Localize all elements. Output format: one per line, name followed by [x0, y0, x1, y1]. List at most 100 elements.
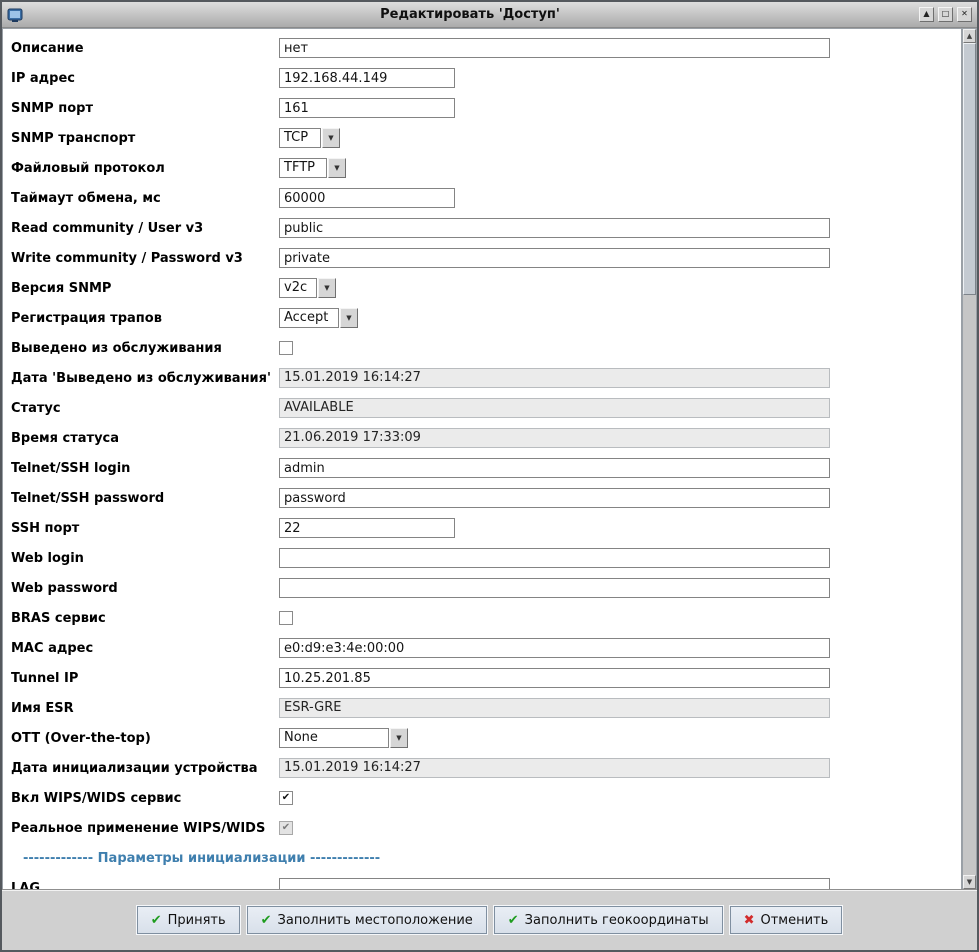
field-label: OTT (Over-the-top) [11, 731, 279, 746]
field-label: MAC адрес [11, 641, 279, 656]
form-row: Время статуса 21.06.2019 17:33:09 [3, 423, 961, 453]
button-bar: ✔ Принять ✔ Заполнить местоположение ✔ З… [2, 889, 977, 950]
esr-name-field: ESR-GRE [279, 698, 830, 718]
form-row: SNMP транспорт TCP ▼ [3, 123, 961, 153]
field-label: Статус [11, 401, 279, 416]
check-icon: ✔ [151, 914, 162, 927]
cancel-x-icon: ✖ [744, 914, 755, 927]
exchange-timeout-input[interactable] [279, 188, 455, 208]
field-label: Web login [11, 551, 279, 566]
status-field: AVAILABLE [279, 398, 830, 418]
field-label: Файловый протокол [11, 161, 279, 176]
wips-wids-enable-checkbox[interactable]: ✔ [279, 791, 293, 805]
tunnel-ip-input[interactable] [279, 668, 830, 688]
field-label: BRAS сервис [11, 611, 279, 626]
selected-value: Accept [279, 308, 339, 328]
check-icon: ✔ [508, 914, 519, 927]
form-row: Реальное применение WIPS/WIDS ✔ [3, 813, 961, 843]
file-protocol-select[interactable]: TFTP ▼ [279, 158, 346, 178]
dropdown-arrow-icon[interactable]: ▼ [328, 158, 346, 178]
button-label: Заполнить местоположение [278, 913, 473, 928]
field-label: Write community / Password v3 [11, 251, 279, 266]
telnet-ssh-login-input[interactable] [279, 458, 830, 478]
form-row: Telnet/SSH login [3, 453, 961, 483]
cancel-button[interactable]: ✖ Отменить [730, 906, 843, 934]
field-label: Дата инициализации устройства [11, 761, 279, 776]
form-row: BRAS сервис [3, 603, 961, 633]
button-label: Отменить [761, 913, 829, 928]
field-label: SSH порт [11, 521, 279, 536]
scroll-down-icon[interactable]: ▼ [963, 875, 976, 889]
edit-access-dialog: Редактировать 'Доступ' ▲ □ ✕ Описание IP… [0, 0, 979, 952]
scroll-up-icon[interactable]: ▲ [963, 29, 976, 43]
accept-button[interactable]: ✔ Принять [137, 906, 240, 934]
dropdown-arrow-icon[interactable]: ▼ [390, 728, 408, 748]
form-row: SSH порт [3, 513, 961, 543]
scrollbar-thumb[interactable] [963, 43, 976, 295]
dropdown-arrow-icon[interactable]: ▼ [318, 278, 336, 298]
form-row: Read community / User v3 [3, 213, 961, 243]
field-label: Tunnel IP [11, 671, 279, 686]
form-row: IP адрес [3, 63, 961, 93]
fill-geocoordinates-button[interactable]: ✔ Заполнить геокоординаты [494, 906, 723, 934]
telnet-ssh-password-input[interactable] [279, 488, 830, 508]
form-row: Дата 'Выведено из обслуживания' 15.01.20… [3, 363, 961, 393]
selected-value: TCP [279, 128, 321, 148]
window-icon [7, 7, 25, 23]
out-of-service-date-field: 15.01.2019 16:14:27 [279, 368, 830, 388]
init-date-field: 15.01.2019 16:14:27 [279, 758, 830, 778]
field-label: Описание [11, 41, 279, 56]
form-row: Web login [3, 543, 961, 573]
selected-value: None [279, 728, 389, 748]
form-row: Версия SNMP v2c ▼ [3, 273, 961, 303]
form-row: SNMP порт [3, 93, 961, 123]
mac-address-input[interactable] [279, 638, 830, 658]
web-password-input[interactable] [279, 578, 830, 598]
description-input[interactable] [279, 38, 830, 58]
ott-select[interactable]: None ▼ [279, 728, 408, 748]
trap-registration-select[interactable]: Accept ▼ [279, 308, 358, 328]
field-label: Telnet/SSH login [11, 461, 279, 476]
field-label: Выведено из обслуживания [11, 341, 279, 356]
selected-value: TFTP [279, 158, 327, 178]
wips-wids-real-checkbox: ✔ [279, 821, 293, 835]
button-label: Принять [168, 913, 226, 928]
vertical-scrollbar[interactable]: ▲ ▼ [962, 28, 977, 890]
window-title: Редактировать 'Доступ' [25, 7, 915, 22]
read-community-input[interactable] [279, 218, 830, 238]
field-label: SNMP порт [11, 101, 279, 116]
button-label: Заполнить геокоординаты [525, 913, 709, 928]
field-label: Read community / User v3 [11, 221, 279, 236]
form-row: Tunnel IP [3, 663, 961, 693]
check-icon: ✔ [261, 914, 272, 927]
form-row: MAC адрес [3, 633, 961, 663]
close-button[interactable]: ✕ [957, 7, 972, 22]
form-row: Регистрация трапов Accept ▼ [3, 303, 961, 333]
field-label: Имя ESR [11, 701, 279, 716]
web-login-input[interactable] [279, 548, 830, 568]
selected-value: v2c [279, 278, 317, 298]
form-row: Write community / Password v3 [3, 243, 961, 273]
maximize-button[interactable]: □ [938, 7, 953, 22]
field-label: Регистрация трапов [11, 311, 279, 326]
snmp-port-input[interactable] [279, 98, 455, 118]
form-row: Описание [3, 33, 961, 63]
titlebar: Редактировать 'Доступ' ▲ □ ✕ [2, 2, 977, 28]
out-of-service-checkbox[interactable] [279, 341, 293, 355]
write-community-input[interactable] [279, 248, 830, 268]
snmp-version-select[interactable]: v2c ▼ [279, 278, 336, 298]
form-row: Статус AVAILABLE [3, 393, 961, 423]
bras-service-checkbox[interactable] [279, 611, 293, 625]
ssh-port-input[interactable] [279, 518, 455, 538]
field-label: Время статуса [11, 431, 279, 446]
shade-button[interactable]: ▲ [919, 7, 934, 22]
form-row: OTT (Over-the-top) None ▼ [3, 723, 961, 753]
dropdown-arrow-icon[interactable]: ▼ [322, 128, 340, 148]
form-row: Вкл WIPS/WIDS сервис ✔ [3, 783, 961, 813]
snmp-transport-select[interactable]: TCP ▼ [279, 128, 340, 148]
dropdown-arrow-icon[interactable]: ▼ [340, 308, 358, 328]
ip-address-input[interactable] [279, 68, 455, 88]
form-row: Имя ESR ESR-GRE [3, 693, 961, 723]
form-row: Web password [3, 573, 961, 603]
fill-location-button[interactable]: ✔ Заполнить местоположение [247, 906, 487, 934]
